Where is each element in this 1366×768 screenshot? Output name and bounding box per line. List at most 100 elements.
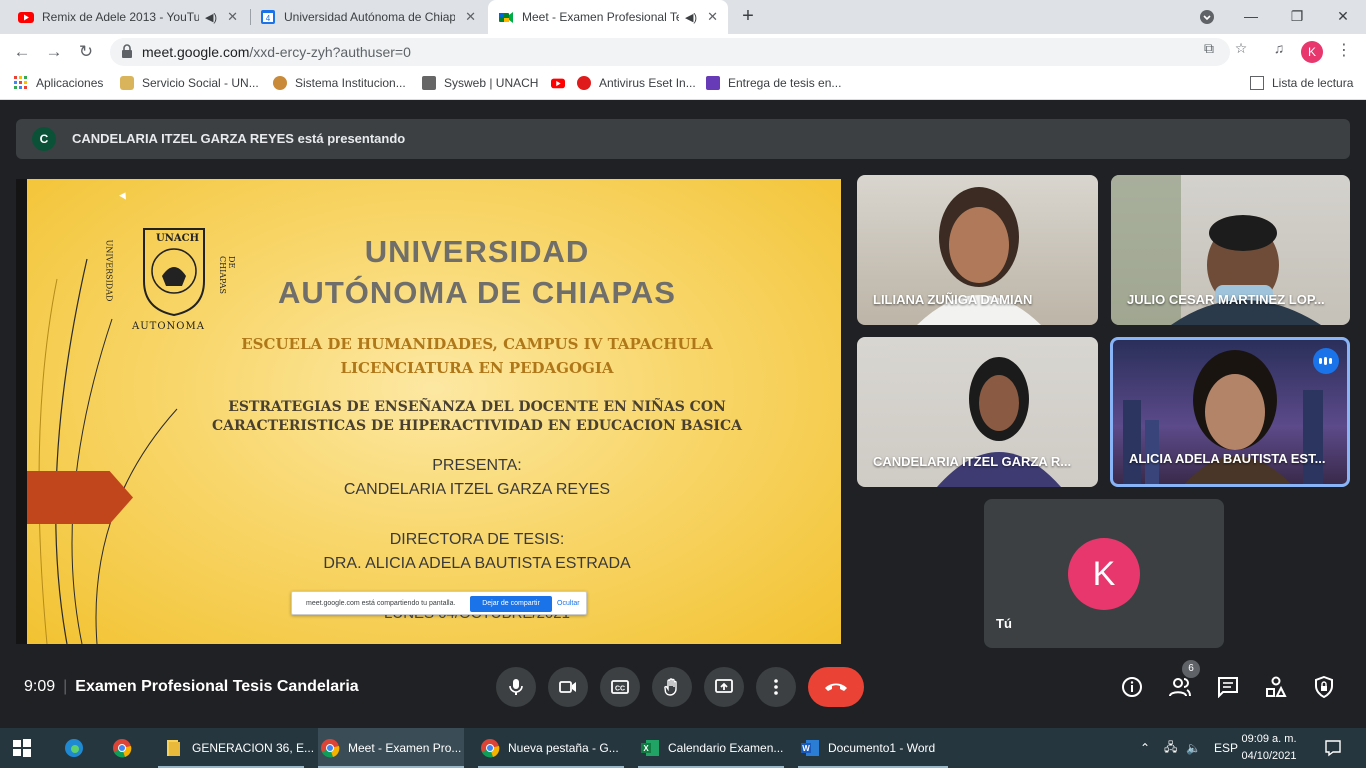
tab-search-icon[interactable] <box>1184 0 1230 34</box>
speaker-icon[interactable]: ◀) <box>685 11 697 24</box>
bookmark-star-icon[interactable]: ☆ <box>1232 40 1250 58</box>
chat-button[interactable] <box>1216 675 1240 699</box>
folder-icon <box>167 740 180 756</box>
bookmark-apps[interactable]: Aplicaciones <box>14 76 103 90</box>
close-icon[interactable]: ✕ <box>227 9 238 25</box>
presenting-text: CANDELARIA ITZEL GARZA REYES está presen… <box>72 131 406 146</box>
taskbar-explorer-window[interactable]: GENERACION 36, E... <box>158 728 314 768</box>
taskbar-excel-window[interactable]: X Calendario Examen... <box>638 728 784 768</box>
participant-name: ALICIA ADELA BAUTISTA EST... <box>1129 451 1326 466</box>
media-control-icon[interactable]: ♫ <box>1270 40 1288 58</box>
profile-avatar[interactable]: K <box>1301 41 1323 63</box>
restore-button[interactable]: ❐ <box>1274 0 1320 34</box>
camera-button[interactable] <box>548 667 588 707</box>
minimize-button[interactable]: — <box>1228 0 1274 34</box>
participant-tile[interactable]: LILIANA ZUÑIGA DAMIAN <box>857 175 1098 325</box>
participant-name: LILIANA ZUÑIGA DAMIAN <box>873 292 1033 307</box>
close-icon[interactable]: ✕ <box>707 9 718 25</box>
present-screen-button[interactable] <box>704 667 744 707</box>
stop-sharing-button[interactable]: Dejar de compartir <box>470 596 552 612</box>
apps-grid-icon <box>14 76 27 89</box>
tab-youtube[interactable]: Remix de Adele 2013 - YouTube ◀) ✕ <box>8 0 248 34</box>
participant-name: CANDELARIA ITZEL GARZA R... <box>873 454 1072 469</box>
tab-title: Remix de Adele 2013 - YouTube <box>42 10 199 24</box>
participant-name: JULIO CESAR MARTINEZ LOP... <box>1127 292 1325 307</box>
shared-screen: UNACH UNIVERSIDAD DE CHIAPAS AUTONOMA UN… <box>16 179 841 644</box>
info-icon <box>1122 677 1142 697</box>
microphone-button[interactable] <box>496 667 536 707</box>
tab-unach[interactable]: 4 Universidad Autónoma de Chiapas ✕ <box>250 0 486 34</box>
activities-icon <box>1266 676 1287 697</box>
start-button[interactable] <box>12 728 40 768</box>
share-message: meet.google.com está compartiendo tu pan… <box>306 600 456 607</box>
notifications-icon[interactable] <box>1324 728 1342 768</box>
bookmark-sistema-institucional[interactable]: Sistema Institucion... <box>273 76 406 90</box>
bookmark-antivirus[interactable]: Antivirus Eset In... <box>577 76 696 90</box>
calendar-icon: 4 <box>261 10 275 24</box>
taskbar-new-tab-window[interactable]: Nueva pestaña - G... <box>478 728 624 768</box>
excel-icon: X <box>641 740 659 756</box>
tab-meet[interactable]: Meet - Examen Profesional Tesis ◀) ✕ <box>488 0 728 34</box>
participant-tile-active-speaker[interactable]: ALICIA ADELA BAUTISTA EST... <box>1110 337 1350 487</box>
taskbar-meet-window[interactable]: Meet - Examen Pro... <box>318 728 464 768</box>
raise-hand-button[interactable] <box>652 667 692 707</box>
participant-tile[interactable]: CANDELARIA ITZEL GARZA R... <box>857 337 1098 487</box>
edge-icon <box>65 739 83 757</box>
activities-button[interactable] <box>1264 675 1288 699</box>
tray-chevron-icon[interactable]: ⌃ <box>1140 728 1150 768</box>
present-icon <box>715 679 733 693</box>
crest-icon <box>422 76 436 90</box>
hide-button[interactable]: Ocultar <box>557 600 580 607</box>
people-button[interactable] <box>1168 675 1192 699</box>
chrome-taskbar-icon[interactable] <box>112 728 140 768</box>
speaker-icon[interactable]: ◀) <box>205 11 217 24</box>
windows-taskbar: GENERACION 36, E... Meet - Examen Pro...… <box>0 728 1366 768</box>
volume-icon[interactable]: 🔈 <box>1186 728 1201 768</box>
address-bar[interactable]: meet.google.com/xxd-ercy-zyh?authuser=0 <box>110 38 1230 66</box>
bookmark-servicio-social[interactable]: Servicio Social - UN... <box>120 76 259 90</box>
self-tile[interactable]: K Tú <box>984 499 1224 648</box>
hangup-icon <box>825 683 847 691</box>
open-in-new-icon[interactable]: ⧉ <box>1200 40 1218 58</box>
more-options-button[interactable] <box>756 667 796 707</box>
svg-text:W: W <box>802 744 810 753</box>
bookmark-youtube[interactable] <box>551 76 573 90</box>
language-indicator[interactable]: ESP <box>1214 728 1238 768</box>
chrome-icon <box>321 739 340 758</box>
participant-tile[interactable]: JULIO CESAR MARTINEZ LOP... <box>1111 175 1350 325</box>
meeting-details-button[interactable] <box>1120 675 1144 699</box>
captions-button[interactable]: CC <box>600 667 640 707</box>
chat-icon <box>1218 677 1238 698</box>
taskbar-clock[interactable]: 09:09 a. m. 04/10/2021 <box>1238 731 1300 765</box>
meeting-info: 9:09 | Examen Profesional Tesis Candelaria <box>24 678 359 695</box>
reading-list-icon <box>1250 76 1264 90</box>
people-count-badge: 6 <box>1182 660 1200 678</box>
seal-icon <box>273 76 287 90</box>
forward-button[interactable]: → <box>42 40 66 64</box>
hand-icon <box>664 678 677 696</box>
reading-list[interactable]: Lista de lectura <box>1250 76 1353 90</box>
network-icon[interactable]: 🖧 <box>1164 728 1177 768</box>
lock-icon[interactable] <box>120 44 134 58</box>
close-window-button[interactable]: ✕ <box>1320 0 1366 34</box>
chrome-menu-icon[interactable]: ⋮ <box>1336 40 1352 64</box>
leave-call-button[interactable] <box>808 667 864 707</box>
new-tab-button[interactable]: + <box>738 5 758 29</box>
slide-thesis-title: ESTRATEGIAS DE ENSEÑANZA DEL DOCENTE EN … <box>212 399 742 434</box>
bookmark-sysweb[interactable]: Sysweb | UNACH <box>422 76 538 90</box>
svg-text:4: 4 <box>266 14 271 23</box>
logo-left: UNIVERSIDAD <box>104 239 114 302</box>
bookmark-entrega-tesis[interactable]: Entrega de tesis en... <box>706 76 841 90</box>
back-button[interactable]: ← <box>10 40 34 64</box>
taskbar-word-window[interactable]: W Documento1 - Word <box>798 728 948 768</box>
host-controls-button[interactable] <box>1312 675 1336 699</box>
tab-strip: Remix de Adele 2013 - YouTube ◀) ✕ 4 Uni… <box>0 0 1366 34</box>
presenter-avatar: C <box>32 127 56 151</box>
shield-lock-icon <box>1315 676 1333 698</box>
slide-school: ESCUELA DE HUMANIDADES, CAMPUS IV TAPACH… <box>241 335 713 377</box>
reload-button[interactable]: ↻ <box>74 40 98 64</box>
edge-taskbar-icon[interactable] <box>64 728 92 768</box>
close-icon[interactable]: ✕ <box>465 9 476 25</box>
people-icon <box>1169 678 1191 697</box>
meet-area: C CANDELARIA ITZEL GARZA REYES está pres… <box>0 101 1366 727</box>
